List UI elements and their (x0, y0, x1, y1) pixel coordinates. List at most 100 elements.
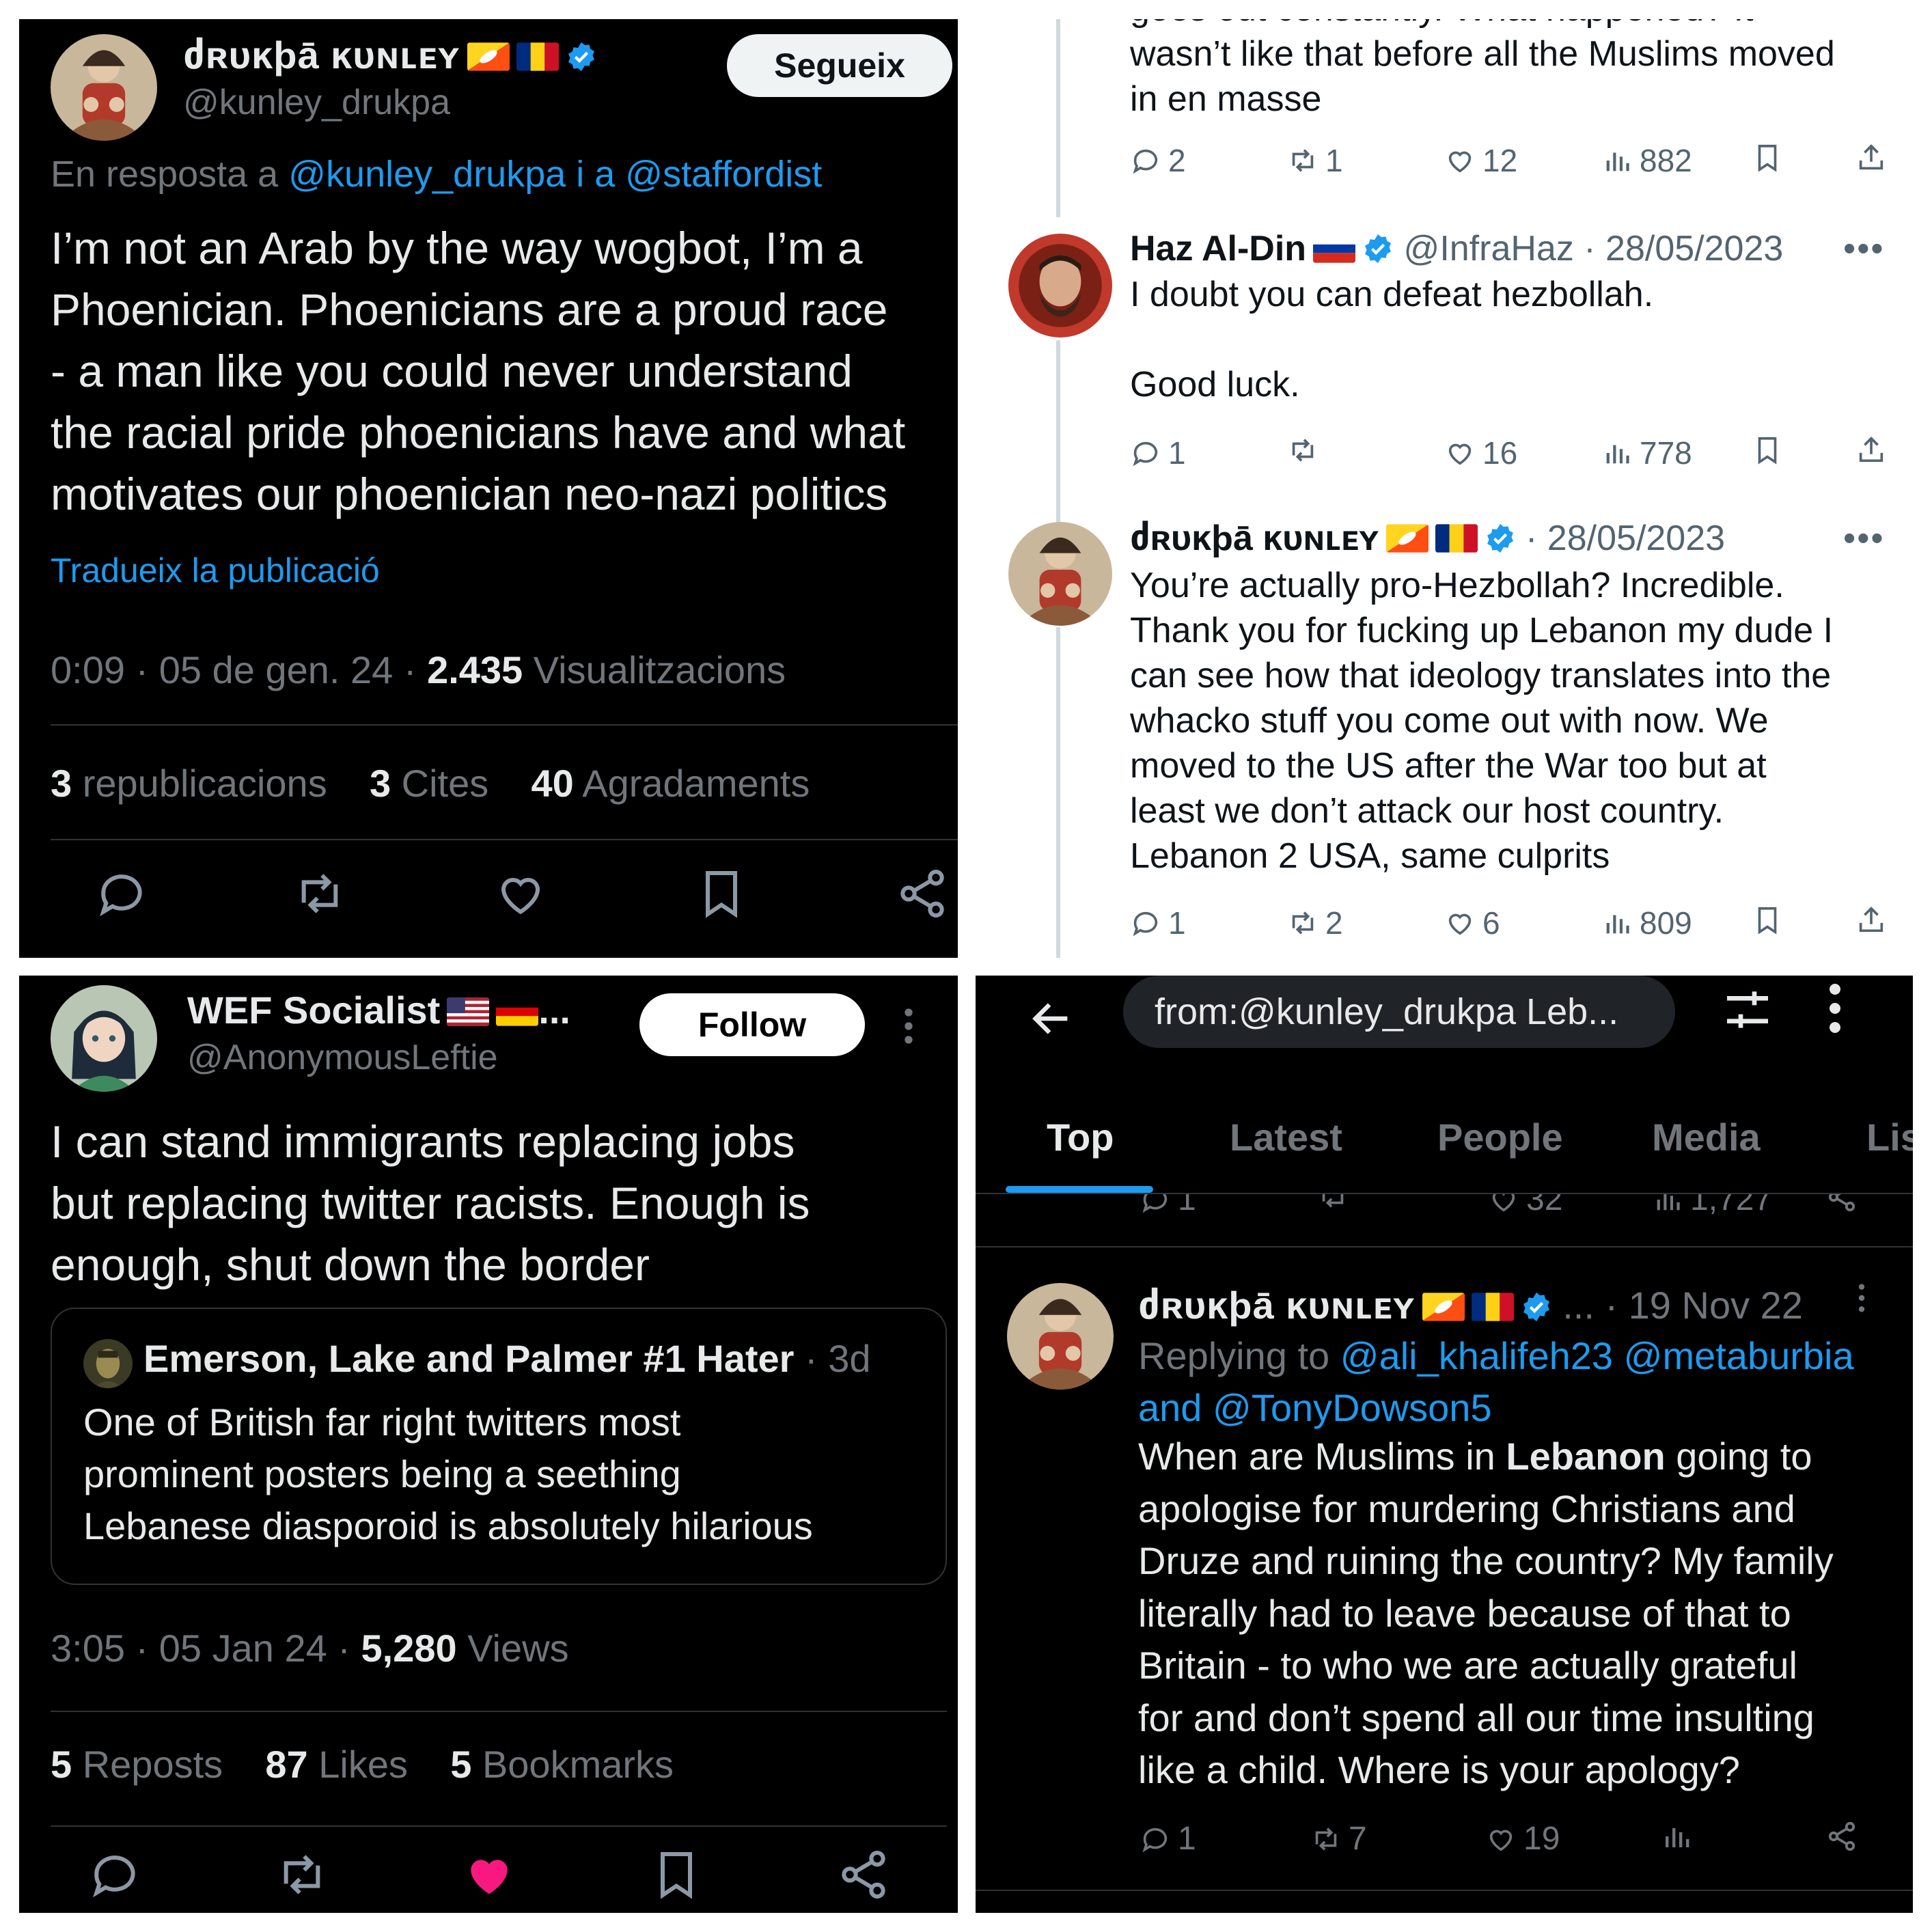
repost-button[interactable] (1317, 1194, 1349, 1212)
like-button[interactable]: 19 (1485, 1820, 1560, 1858)
avatar[interactable] (51, 985, 157, 1092)
avatar[interactable] (1008, 234, 1112, 337)
reply-icon[interactable] (87, 1847, 142, 1902)
tab-media[interactable]: Media (1652, 1115, 1761, 1159)
handle[interactable]: @kunley_drukpa (183, 82, 450, 123)
more-options-icon[interactable]: ••• (1843, 228, 1885, 269)
display-name[interactable]: Haz Al-Din (1130, 229, 1306, 268)
like-count: 6 (1482, 905, 1500, 941)
filter-icon[interactable] (1720, 982, 1775, 1037)
share-icon[interactable] (1855, 434, 1887, 466)
handle-timestamp[interactable]: @InfraHaz · 28/05/2023 (1404, 229, 1784, 268)
avatar[interactable] (1007, 1283, 1114, 1390)
tweet-line: I doubt you can defeat hezbollah. (1130, 275, 1654, 314)
display-name[interactable]: ძʀᴜĸþā ĸᴜɴʟᴇʏ (1130, 519, 1379, 558)
tab-latest[interactable]: Latest (1230, 1115, 1342, 1159)
search-input[interactable]: from:@kunley_drukpa Leb... (1123, 976, 1675, 1048)
more-options-icon[interactable] (1827, 981, 1843, 1036)
views-button[interactable]: 1,727 (1652, 1194, 1772, 1218)
translate-link[interactable]: Tradueix la publicació (51, 551, 380, 590)
tab-top[interactable]: Top (1047, 1115, 1114, 1159)
repost-button[interactable]: 7 (1310, 1820, 1367, 1858)
views-count: 882 (1640, 143, 1692, 178)
timestamp[interactable]: 3:05 · 05 Jan 24 · (51, 1627, 350, 1670)
like-filled-icon[interactable] (462, 1847, 516, 1902)
repost-button[interactable]: 1 (1287, 142, 1343, 179)
like-count: 32 (1526, 1194, 1563, 1217)
back-arrow-icon[interactable] (1027, 995, 1075, 1043)
repost-icon[interactable] (292, 866, 347, 921)
reply-handles-link[interactable]: @ali_khalifeh23 @metaburbia (1340, 1334, 1854, 1377)
reply-button[interactable]: 1 (1130, 905, 1186, 941)
like-button[interactable]: 6 (1444, 905, 1500, 941)
timestamp[interactable]: 0:09 · 05 de gen. 24 · (51, 648, 417, 691)
share-icon[interactable] (1855, 142, 1887, 174)
tweet-body: You’re actually pro-Hezbollah? Incredibl… (1130, 563, 1833, 879)
follow-button[interactable]: Segueix (727, 34, 952, 97)
quoted-tweet[interactable]: Emerson, Lake and Palmer #1 Hater · 3d O… (51, 1308, 947, 1585)
reply-count: 2 (1168, 143, 1186, 178)
avatar[interactable] (1008, 522, 1112, 626)
reply-handles-link[interactable]: and @TonyDowson5 (1138, 1385, 1492, 1430)
tweet-line: Lebanon 2 USA, same culprits (1130, 836, 1610, 876)
share-icon[interactable] (895, 866, 950, 921)
share-icon[interactable] (1825, 1820, 1858, 1853)
follow-button[interactable]: Follow (639, 993, 865, 1056)
views-button[interactable]: 882 (1601, 142, 1692, 179)
share-icon[interactable] (1855, 905, 1887, 936)
bookmark-icon[interactable] (1752, 434, 1783, 466)
tweet-line: in en masse (1130, 79, 1322, 119)
display-name[interactable]: ძʀᴜĸþā ĸᴜɴʟᴇʏ (183, 33, 597, 78)
display-name[interactable]: WEF Socialist... (187, 988, 570, 1032)
more-options-icon[interactable]: ••• (1843, 518, 1885, 559)
display-name-text: WEF Socialist (187, 989, 441, 1032)
tab-people[interactable]: People (1437, 1115, 1563, 1159)
tweet-body: goes out constantly. What happened? It w… (1130, 19, 1835, 122)
analytics-icon[interactable] (1660, 1820, 1693, 1853)
timestamp[interactable]: · 19 Nov 22 (1605, 1284, 1803, 1327)
like-button[interactable]: 32 (1488, 1194, 1562, 1218)
reply-handles-link[interactable]: @kunley_drukpa i a @staffordist (288, 154, 822, 195)
more-options-icon[interactable] (902, 1006, 915, 1047)
reposts-link[interactable]: 3 republicacions (51, 762, 327, 805)
reply-icon[interactable] (94, 866, 149, 921)
likes-link[interactable]: 40 Agradaments (531, 762, 810, 805)
tweet-header: ძʀᴜĸþā ĸᴜɴʟᴇʏ ... · 19 Nov 22 (1138, 1283, 1803, 1328)
bookmarks-link[interactable]: 5 Bookmarks (450, 1743, 674, 1786)
tweet-line: Druze and ruining the country? My family (1138, 1539, 1834, 1582)
tab-lists[interactable]: Lis (1866, 1115, 1913, 1159)
reply-button[interactable]: 1 (1130, 434, 1186, 471)
like-button[interactable]: 16 (1444, 434, 1517, 471)
timestamp[interactable]: · 28/05/2023 (1526, 519, 1725, 558)
tweet-line: the racial pride phoenicians have and wh… (51, 407, 906, 458)
reply-button[interactable]: 2 (1130, 142, 1186, 179)
like-button[interactable]: 12 (1444, 142, 1517, 179)
tweet-line: goes out constantly. What happened? It (1130, 19, 1835, 31)
bookmark-icon[interactable] (1752, 142, 1783, 174)
divider (976, 1246, 1913, 1247)
reposts-link[interactable]: 5 Reposts (51, 1743, 223, 1786)
bookmark-icon[interactable] (1752, 905, 1783, 936)
bookmark-icon[interactable] (694, 866, 749, 921)
reply-button[interactable]: 1 (1140, 1194, 1196, 1218)
thread-line (1056, 340, 1060, 529)
share-icon[interactable] (1825, 1194, 1858, 1213)
views-button[interactable]: 778 (1601, 434, 1692, 471)
handle[interactable]: @AnonymousLeftie (187, 1037, 498, 1078)
repost-icon[interactable] (275, 1847, 329, 1902)
bookmark-icon[interactable] (649, 1847, 704, 1902)
share-icon[interactable] (836, 1847, 891, 1902)
repost-count: 7 (1349, 1821, 1367, 1857)
quoted-header: Emerson, Lake and Palmer #1 Hater · 3d (143, 1336, 871, 1381)
likes-link[interactable]: 87 Likes (265, 1743, 408, 1786)
avatar[interactable] (51, 34, 157, 141)
body-text: going to (1676, 1435, 1812, 1478)
quotes-link[interactable]: 3 Cites (370, 762, 488, 805)
display-name[interactable]: ძʀᴜĸþā ĸᴜɴʟᴇʏ (1138, 1284, 1416, 1327)
views-button[interactable]: 809 (1601, 905, 1692, 941)
repost-button[interactable] (1287, 434, 1325, 466)
repost-button[interactable]: 2 (1287, 905, 1343, 941)
reply-button[interactable]: 1 (1140, 1820, 1196, 1858)
more-options-icon[interactable] (1857, 1280, 1866, 1316)
like-icon[interactable] (493, 866, 548, 921)
